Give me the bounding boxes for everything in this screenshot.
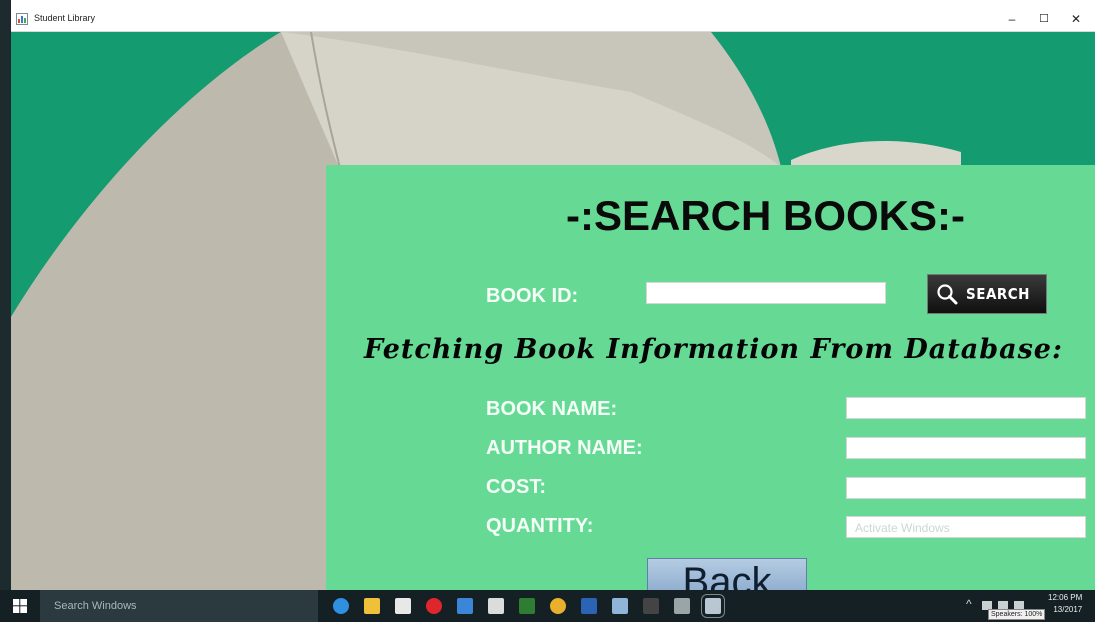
- book-id-input[interactable]: [646, 282, 886, 304]
- search-panel: -:SEARCH BOOKS:- BOOK ID: SEARCH Fetchin…: [326, 165, 1095, 590]
- title-bar[interactable]: Student Library – ☐ ✕: [11, 8, 1095, 32]
- taskbar: Search Windows ^ Speakers: 100% 12:06 PM…: [0, 590, 1095, 622]
- opera-icon[interactable]: [426, 598, 442, 614]
- desktop-edge: [0, 0, 11, 590]
- quantity-field[interactable]: Activate Windows: [846, 516, 1086, 538]
- chrome-icon[interactable]: [550, 598, 566, 614]
- tool-icon[interactable]: [674, 598, 690, 614]
- quantity-label: QUANTITY:: [486, 515, 594, 537]
- book-name-field[interactable]: [846, 397, 1086, 419]
- cmd-icon[interactable]: [643, 598, 659, 614]
- clock-date: 13/2017: [1053, 605, 1083, 614]
- taskbar-search-box[interactable]: Search Windows: [40, 590, 318, 622]
- java-app-icon[interactable]: [701, 594, 725, 618]
- volume-tooltip: Speakers: 100%: [988, 609, 1046, 620]
- book-name-label: BOOK NAME:: [486, 398, 618, 420]
- app-window: Student Library – ☐ ✕ -:SEARCH BOOKS:- B…: [11, 8, 1095, 590]
- clock-time: 12:06 PM: [1048, 593, 1083, 602]
- store-icon[interactable]: [395, 598, 411, 614]
- search-button-label: SEARCH: [966, 285, 1030, 303]
- camera-icon[interactable]: [488, 598, 504, 614]
- close-button[interactable]: ✕: [1061, 10, 1091, 28]
- activate-windows-watermark: Activate Windows: [855, 521, 950, 535]
- author-name-field[interactable]: [846, 437, 1086, 459]
- fetching-info-text: Fetching Book Information From Database:: [364, 334, 1063, 365]
- page-title: -:SEARCH BOOKS:-: [566, 192, 965, 239]
- chevron-up-icon[interactable]: ^: [966, 597, 972, 611]
- book-id-label: BOOK ID:: [486, 285, 579, 307]
- minimize-button[interactable]: –: [997, 10, 1027, 28]
- maximize-button[interactable]: ☐: [1029, 10, 1059, 28]
- window-title: Student Library: [34, 13, 96, 23]
- app-icon: [16, 13, 28, 25]
- author-name-label: AUTHOR NAME:: [486, 437, 643, 459]
- cost-field[interactable]: [846, 477, 1086, 499]
- cost-label: COST:: [486, 476, 546, 498]
- clock[interactable]: 12:06 PM 13/2017: [1048, 592, 1082, 616]
- search-icon: [937, 284, 958, 305]
- start-button[interactable]: [0, 590, 40, 622]
- app-icon[interactable]: [457, 598, 473, 614]
- file-explorer-icon[interactable]: [364, 598, 380, 614]
- paint-icon[interactable]: [519, 598, 535, 614]
- edge-icon[interactable]: [333, 598, 349, 614]
- notepad-icon[interactable]: [612, 598, 628, 614]
- window-content: -:SEARCH BOOKS:- BOOK ID: SEARCH Fetchin…: [11, 32, 1095, 590]
- word-icon[interactable]: [581, 598, 597, 614]
- back-button[interactable]: Back: [647, 558, 807, 590]
- search-button[interactable]: SEARCH: [927, 274, 1047, 314]
- windows-logo-icon: [13, 599, 27, 613]
